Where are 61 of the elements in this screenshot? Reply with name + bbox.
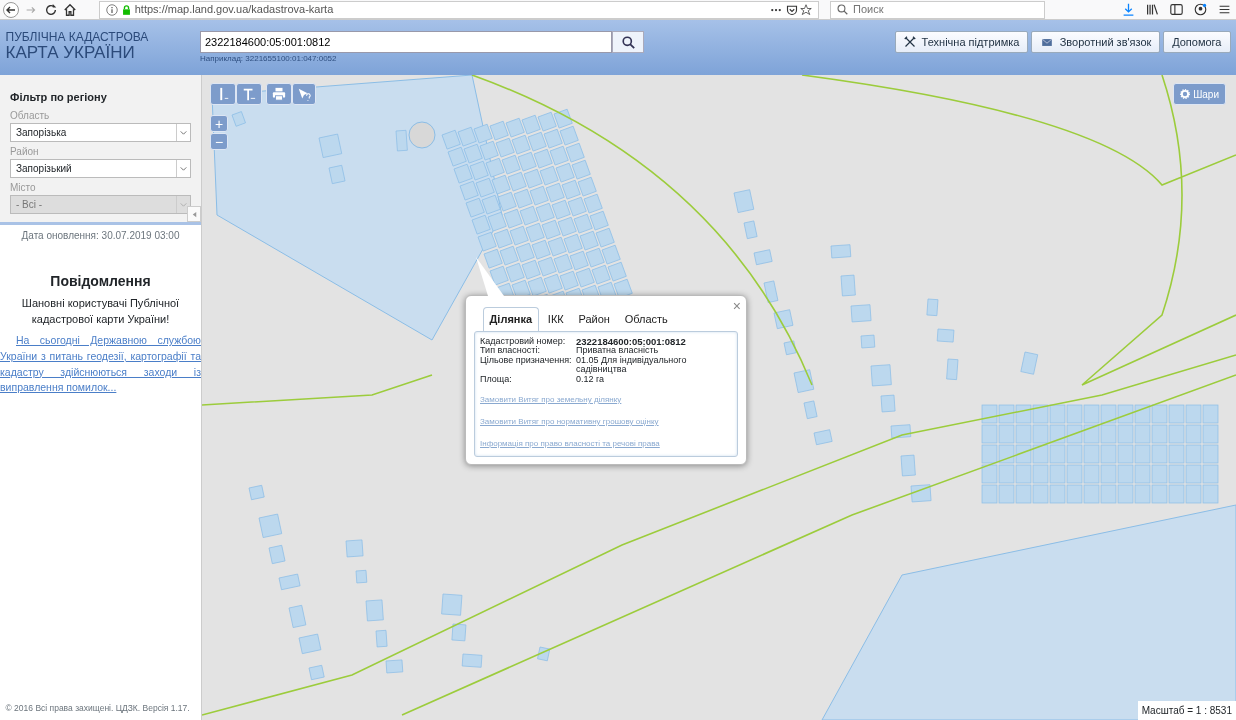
field-value: 2322184600:05:001:0812	[576, 336, 686, 347]
print-icon	[272, 87, 286, 101]
measure-area-button[interactable]	[236, 83, 262, 105]
print-button[interactable]	[266, 83, 292, 105]
library-icon[interactable]	[1145, 3, 1159, 16]
identify-button[interactable]	[292, 83, 316, 105]
padlock-icon	[121, 3, 132, 16]
search-icon	[621, 35, 635, 49]
region-select[interactable]: Запорізький	[10, 158, 191, 178]
reload-icon[interactable]	[43, 2, 58, 17]
region-select[interactable]: Запорізька	[10, 122, 191, 142]
cadastral-search-field[interactable]: 2322184600:05:001:0812	[200, 31, 612, 53]
field-label: Район	[10, 144, 40, 159]
download-icon[interactable]	[1121, 3, 1135, 16]
star-icon[interactable]	[800, 3, 813, 16]
field-value: 0.12 га	[576, 374, 605, 385]
support-button[interactable]: Технічна підтримка	[895, 31, 1029, 53]
site-title: КАРТА УКРАЇНИ	[5, 44, 135, 63]
update-date: Дата оновлення: 30.07.2019 03:00	[20, 228, 181, 243]
browser-search-box[interactable]: Поиск	[830, 0, 1046, 19]
filter-title: Фільтр по регіону	[10, 90, 108, 105]
measure-area-icon	[242, 87, 256, 101]
popup-tab[interactable]: Район	[572, 307, 616, 331]
close-button[interactable]: ×	[732, 296, 741, 317]
triangle-left-icon	[190, 210, 198, 218]
field-label: Місто	[10, 180, 37, 195]
home-icon[interactable]	[63, 2, 78, 17]
browser-search-field[interactable]: Поиск	[851, 0, 1031, 19]
help-button[interactable]: Допомога	[1163, 31, 1231, 53]
field-label: Цільове призначення:	[480, 355, 573, 367]
notice-title: Повідомлення	[49, 271, 152, 291]
field-label: Тип власності:	[480, 346, 540, 356]
account-icon[interactable]	[1193, 3, 1207, 16]
menu-icon[interactable]	[1217, 3, 1231, 16]
popup-tab[interactable]: ІКК	[541, 307, 570, 331]
search-example-hint: Наприклад: 3221655100:01:047:0052	[200, 53, 338, 65]
region-select: - Всі -	[10, 194, 191, 214]
field-label: Область	[10, 108, 51, 123]
search-icon	[837, 4, 849, 15]
copyright-text: © 2016 Всі права захищені. ЦДЗК. Версія 1.17.	[4, 701, 191, 715]
pocket-icon[interactable]	[785, 3, 798, 16]
gear-icon	[1180, 89, 1191, 99]
scale-text: Масштаб = 1 : 8531	[1137, 701, 1236, 720]
back-icon[interactable]	[2, 1, 19, 18]
field-label: Площа:	[480, 374, 513, 385]
field-value: 01.05 Для індивідуального садівництва	[576, 355, 688, 375]
notice-text: Шановні користувачі Публічної кадастрової карти України!	[20, 295, 181, 327]
popup-tab[interactable]: Ділянка	[482, 307, 540, 331]
tools-icon	[904, 36, 917, 48]
measure-distance-button[interactable]	[210, 83, 236, 105]
info-icon[interactable]	[106, 3, 119, 16]
notice-link[interactable]: На сьогодні Державною службою України з питань геодезії, картографії та кадастру здійснюються заходи із виправлення помилок...	[0, 333, 201, 396]
feedback-button[interactable]: Зворотний зв'язок	[1031, 31, 1161, 53]
field-label: Кадастровий номер:	[480, 336, 567, 347]
sidebar-icon[interactable]	[1169, 3, 1183, 16]
envelope-icon	[1040, 36, 1055, 48]
identify-icon	[297, 87, 311, 101]
collapse-sidebar-button[interactable]	[187, 206, 201, 222]
search-button[interactable]	[612, 31, 644, 53]
popup-tab[interactable]: Область	[618, 307, 674, 331]
field-value: Приватна власність	[576, 346, 659, 356]
